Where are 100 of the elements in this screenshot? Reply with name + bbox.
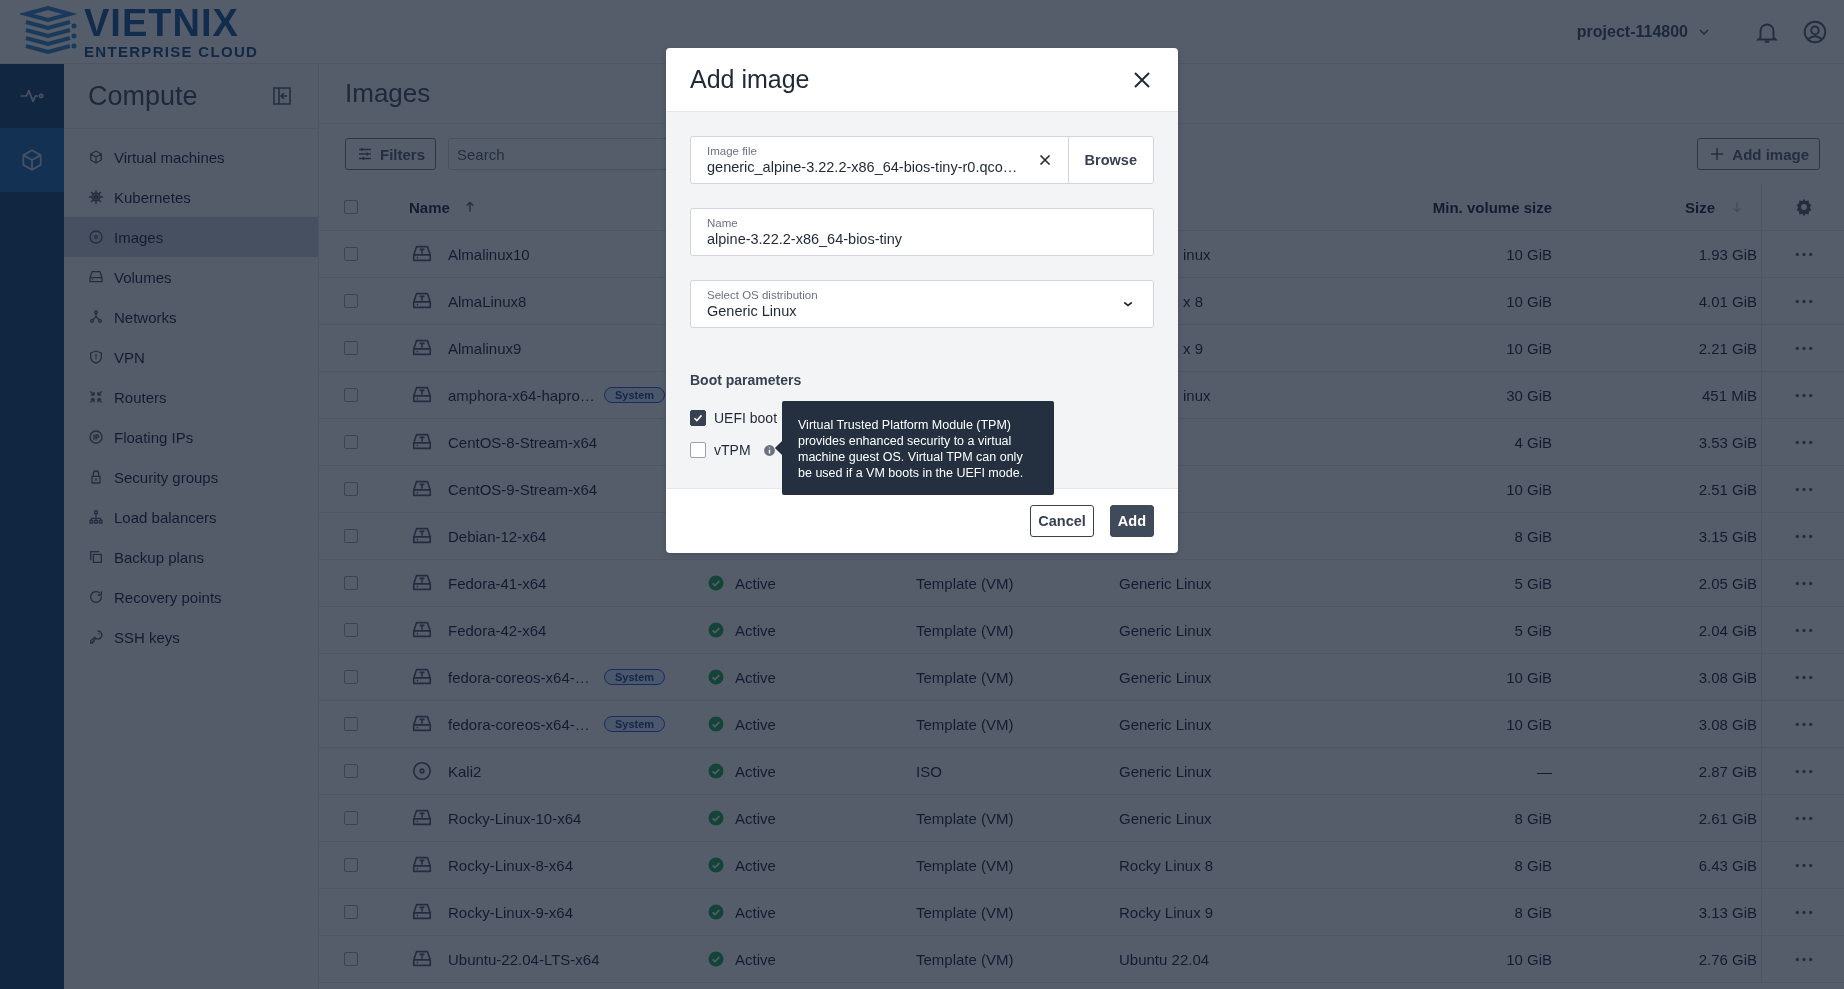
min-volume-size: 4 GiB — [1514, 433, 1552, 451]
image-size: 6.43 GiB — [1698, 856, 1757, 874]
file-field[interactable]: Image file generic_alpine-3.22.2-x86_64-bios-tiny-r0.qco… Browse — [690, 136, 1154, 184]
browse-button[interactable]: Browse — [1067, 137, 1153, 183]
image-name: CentOS-9-Stream-x64 — [448, 480, 596, 498]
sidebar-label: Virtual machines — [114, 148, 225, 166]
section-heading: Boot parameters — [690, 372, 803, 388]
cancel-button[interactable]: Cancel — [1030, 505, 1094, 537]
option-label: vTPM — [714, 442, 751, 458]
status-text: Active — [735, 856, 776, 874]
status-text: Active — [735, 903, 776, 921]
min-volume-size: 10 GiB — [1506, 480, 1552, 498]
os-text: x 9 — [1183, 339, 1203, 357]
min-volume-size: 10 GiB — [1506, 339, 1552, 357]
os-text: Generic Linux — [1119, 574, 1212, 592]
image-size: 3.13 GiB — [1698, 903, 1757, 921]
column-header[interactable]: Min. volume size — [1432, 198, 1552, 216]
info-icon[interactable] — [762, 443, 776, 457]
image-name: Rocky-Linux-10-x64 — [448, 809, 583, 827]
min-volume-size: 8 GiB — [1514, 527, 1552, 545]
add-button[interactable]: Add — [1109, 505, 1154, 537]
field-label: Select OS distribution — [707, 289, 819, 301]
image-name: Almalinux9 — [448, 339, 523, 357]
image-name: CentOS-8-Stream-x64 — [448, 433, 596, 451]
sidebar-label: Kubernetes — [114, 188, 191, 206]
sidebar-label: Load balancers — [114, 508, 217, 526]
image-name: fedora-coreos-x64-… — [448, 715, 591, 733]
image-size: 1.93 GiB — [1698, 245, 1757, 263]
type-text: Template (VM) — [916, 809, 1014, 827]
field-label: Image file — [707, 145, 758, 157]
os-text: Generic Linux — [1119, 762, 1212, 780]
status-text: Active — [735, 621, 776, 639]
os-text: Generic Linux — [1119, 809, 1212, 827]
min-volume-size: 5 GiB — [1514, 621, 1552, 639]
sidebar-label: Floating IPs — [114, 428, 194, 446]
type-text: Template (VM) — [916, 856, 1014, 874]
input-field[interactable]: Name alpine-3.22.2-x86_64-bios-tiny — [690, 208, 1154, 256]
sidebar-label: Volumes — [114, 268, 172, 286]
min-volume-size: 8 GiB — [1514, 809, 1552, 827]
min-volume-size: 10 GiB — [1506, 715, 1552, 733]
os-text: inux — [1183, 245, 1211, 263]
os-text: Ubuntu 22.04 — [1119, 950, 1210, 968]
type-text: ISO — [916, 762, 942, 780]
field-label: Name — [707, 217, 739, 229]
min-volume-size: — — [1537, 762, 1552, 780]
image-name: Almalinux10 — [448, 245, 531, 263]
image-name: Kali2 — [448, 762, 483, 780]
os-text: Generic Linux — [1119, 715, 1212, 733]
status-text: Active — [735, 715, 776, 733]
image-size: 2.04 GiB — [1698, 621, 1757, 639]
os-text: Rocky Linux 8 — [1119, 856, 1214, 874]
sidebar-label: SSH keys — [114, 628, 180, 646]
status-text: Active — [735, 950, 776, 968]
column-header[interactable]: Size — [1685, 198, 1715, 216]
status-text: Active — [735, 762, 776, 780]
type-text: Template (VM) — [916, 950, 1014, 968]
image-name: Rocky-Linux-9-x64 — [448, 903, 575, 921]
min-volume-size: 10 GiB — [1506, 245, 1552, 263]
image-size: 3.53 GiB — [1698, 433, 1757, 451]
image-name: Fedora-41-x64 — [448, 574, 548, 592]
logo-subtitle: ENTERPRISE CLOUD — [84, 44, 259, 59]
image-size: 451 MiB — [1701, 386, 1757, 404]
image-size: 4.01 GiB — [1698, 292, 1757, 310]
image-size: 3.08 GiB — [1698, 668, 1757, 686]
tooltip-text: Virtual Trusted Platform Module (TPM) provides enhanced security to a virtual machine guest OS. Virtual TPM can only be used if a VM boots in the UEFI mode. — [798, 417, 1025, 481]
type-text: Template (VM) — [916, 621, 1014, 639]
image-name: AlmaLinux8 — [448, 292, 528, 310]
status-text: Active — [735, 809, 776, 827]
sidebar-label: Routers — [114, 388, 167, 406]
image-name: Rocky-Linux-8-x64 — [448, 856, 575, 874]
image-size: 2.76 GiB — [1698, 950, 1757, 968]
os-text: x 8 — [1183, 292, 1203, 310]
image-size: 2.51 GiB — [1698, 480, 1757, 498]
image-name: fedora-coreos-x64-… — [448, 668, 591, 686]
image-name: Debian-12-x64 — [448, 527, 548, 545]
os-text: Generic Linux — [1119, 621, 1212, 639]
type-text: Template (VM) — [916, 574, 1014, 592]
image-size: 2.87 GiB — [1698, 762, 1757, 780]
image-name: Fedora-42-x64 — [448, 621, 548, 639]
min-volume-size: 10 GiB — [1506, 668, 1552, 686]
status-text: Active — [735, 574, 776, 592]
sidebar-label: VPN — [114, 348, 145, 366]
min-volume-size: 8 GiB — [1514, 856, 1552, 874]
field-value: generic_alpine-3.22.2-x86_64-bios-tiny-r0.qco… — [707, 159, 1019, 175]
min-volume-size: 8 GiB — [1514, 903, 1552, 921]
select-field[interactable]: Select OS distribution Generic Linux — [690, 280, 1154, 328]
checkbox[interactable] — [690, 442, 706, 458]
type-text: Template (VM) — [916, 668, 1014, 686]
image-size: 3.08 GiB — [1698, 715, 1757, 733]
image-size: 2.05 GiB — [1698, 574, 1757, 592]
field-value: alpine-3.22.2-x86_64-bios-tiny — [707, 231, 904, 247]
option-label: UEFI boot — [714, 410, 778, 426]
sidebar-label: Recovery points — [114, 588, 222, 606]
min-volume-size: 10 GiB — [1506, 292, 1552, 310]
checkbox[interactable] — [690, 410, 706, 426]
status-text: Active — [735, 668, 776, 686]
os-text: Generic Linux — [1119, 668, 1212, 686]
sidebar-label: Networks — [114, 308, 177, 326]
type-text: Template (VM) — [916, 715, 1014, 733]
min-volume-size: 10 GiB — [1506, 950, 1552, 968]
